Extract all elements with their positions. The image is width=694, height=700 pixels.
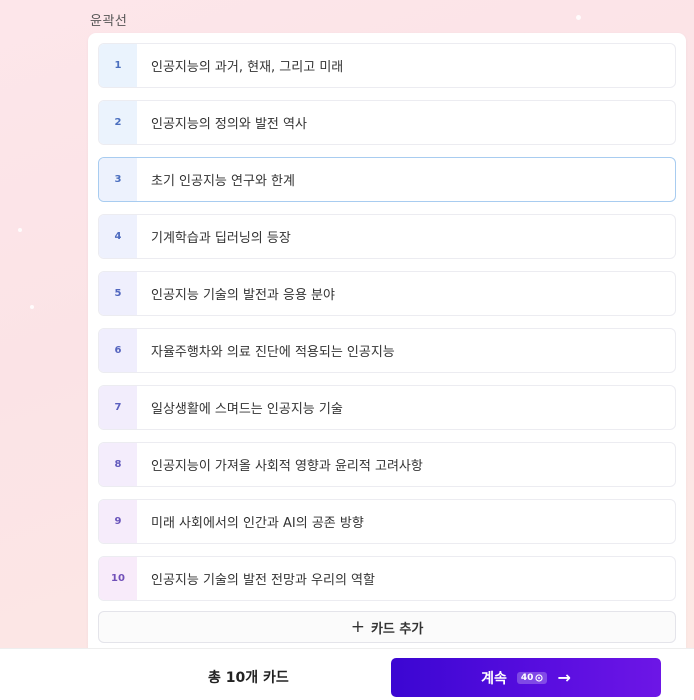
outline-item-number: 6 (99, 329, 137, 372)
outline-panel: 1 인공지능의 과거, 현재, 그리고 미래 2 인공지능의 정의와 발전 역사 3 초기… (88, 33, 686, 653)
outline-item-number: 4 (99, 215, 137, 258)
outline-heading: 윤곽선 (90, 14, 128, 29)
outline-item[interactable]: 4 기계학습과 딥러닝의 등장 (98, 214, 676, 259)
continue-button[interactable]: 계속 40 → (391, 658, 661, 697)
outline-item-number: 10 (99, 557, 137, 600)
outline-item[interactable]: 8 인공지능이 가져올 사회적 영향과 윤리적 고려사항 (98, 442, 676, 487)
outline-item-number: 3 (99, 158, 137, 201)
total-cards-count: 총 10개 카드 (208, 670, 289, 686)
outline-item-title[interactable]: 미래 사회에서의 인간과 AI의 공존 방향 (137, 512, 364, 531)
outline-item-title[interactable]: 인공지능이 가져올 사회적 영향과 윤리적 고려사항 (137, 455, 423, 474)
continue-label: 계속 (481, 670, 507, 687)
outline-item[interactable]: 6 자율주행차와 의료 진단에 적용되는 인공지능 (98, 328, 676, 373)
outline-item-title[interactable]: 인공지능의 정의와 발전 역사 (137, 113, 307, 132)
outline-item-number: 2 (99, 101, 137, 144)
background-sparkle (30, 305, 34, 309)
outline-item[interactable]: 3 초기 인공지능 연구와 한계 (98, 157, 676, 202)
outline-item[interactable]: 1 인공지능의 과거, 현재, 그리고 미래 (98, 43, 676, 88)
outline-item-title[interactable]: 자율주행차와 의료 진단에 적용되는 인공지능 (137, 341, 395, 360)
outline-item-title[interactable]: 인공지능 기술의 발전과 응용 분야 (137, 284, 335, 303)
outline-item-title[interactable]: 인공지능의 과거, 현재, 그리고 미래 (137, 56, 343, 75)
outline-item[interactable]: 2 인공지능의 정의와 발전 역사 (98, 100, 676, 145)
add-card-label: 카드 추가 (370, 621, 424, 637)
add-card-button[interactable]: + 카드 추가 (98, 611, 676, 643)
outline-item-title[interactable]: 일상생활에 스며드는 인공지능 기술 (137, 398, 343, 417)
outline-item[interactable]: 9 미래 사회에서의 인간과 AI의 공존 방향 (98, 499, 676, 544)
credit-cost-badge: 40 (516, 671, 548, 684)
background-sparkle (576, 15, 581, 20)
credit-icon (535, 673, 544, 682)
outline-item[interactable]: 5 인공지능 기술의 발전과 응용 분야 (98, 271, 676, 316)
outline-item-number: 9 (99, 500, 137, 543)
footer-bar: 총 10개 카드 계속 40 → (0, 648, 694, 700)
outline-item[interactable]: 7 일상생활에 스며드는 인공지능 기술 (98, 385, 676, 430)
outline-item[interactable]: 10 인공지능 기술의 발전 전망과 우리의 역할 (98, 556, 676, 601)
credit-cost: 40 (520, 672, 534, 683)
outline-item-number: 8 (99, 443, 137, 486)
outline-item-number: 5 (99, 272, 137, 315)
outline-item-title[interactable]: 초기 인공지능 연구와 한계 (137, 170, 295, 189)
plus-icon: + (350, 616, 365, 637)
outline-item-title[interactable]: 인공지능 기술의 발전 전망과 우리의 역할 (137, 569, 375, 588)
arrow-right-icon: → (557, 667, 571, 687)
outline-item-title[interactable]: 기계학습과 딥러닝의 등장 (137, 227, 291, 246)
outline-item-number: 7 (99, 386, 137, 429)
outline-item-number: 1 (99, 44, 137, 87)
background-sparkle (18, 228, 22, 232)
